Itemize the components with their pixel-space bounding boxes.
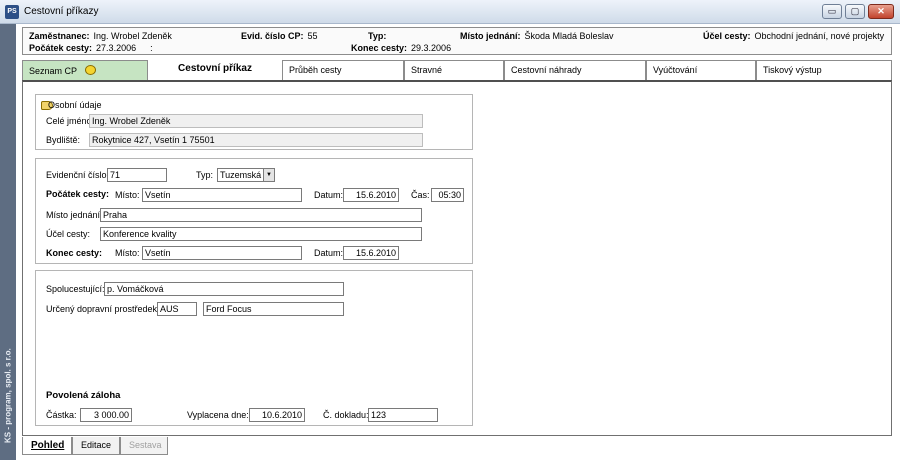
vendor-strip: KS - program, spol. s r.o.: [0, 24, 16, 460]
tab-pohled[interactable]: Pohled: [22, 437, 72, 455]
summary-type: Typ:: [368, 31, 390, 41]
maximize-button[interactable]: ▢: [845, 4, 865, 19]
summary-end: Konec cesty: 29.3.2006: [351, 43, 451, 53]
summary-employee-label: Zaměstnanec:: [29, 31, 90, 41]
tab-seznam-cp[interactable]: Seznam CP: [22, 60, 148, 80]
companion-field[interactable]: p. Vomáčková: [104, 282, 344, 296]
meeting-place-label: Místo jednání:: [46, 210, 103, 220]
start-time-label: Čas:: [411, 190, 430, 200]
summary-employee-value: Ing. Wrobel Zdeněk: [93, 31, 172, 41]
personal-group: Osobní údaje Celé jméno: Ing. Wrobel Zde…: [35, 94, 473, 150]
tab-seznam-cp-label: Seznam CP: [29, 66, 78, 76]
summary-place-label: Místo jednání:: [460, 31, 521, 41]
summary-evid: Evid. číslo CP: 55: [241, 31, 318, 41]
transport-code-field[interactable]: AUS: [157, 302, 197, 316]
summary-start-label: Počátek cesty:: [29, 43, 93, 53]
transport-field[interactable]: Ford Focus: [203, 302, 344, 316]
tab-cestovni-nahrady[interactable]: Cestovní náhrady: [504, 60, 646, 80]
vendor-text: KS - program, spol. s r.o.: [3, 348, 13, 443]
content-panel: Osobní údaje Celé jméno: Ing. Wrobel Zde…: [22, 80, 892, 436]
summary-start-value: 27.3.2006: [96, 43, 137, 53]
evid-label: Evidenční číslo:: [46, 170, 110, 180]
start-place-label: Místo:: [115, 190, 140, 200]
type-select-value: Tuzemská: [220, 170, 262, 180]
amount-field[interactable]: 3 000.00: [80, 408, 132, 422]
start-date-label: Datum:: [314, 190, 344, 200]
start-time-field[interactable]: 05:30: [431, 188, 464, 202]
purpose-field[interactable]: Konference kvality: [100, 227, 422, 241]
advance-title: Povolená záloha: [46, 390, 121, 401]
summary-end-value: 29.3.2006: [411, 43, 452, 53]
main-tabs: Seznam CP Cestovní příkaz Průběh cesty S…: [22, 58, 892, 80]
summary-evid-value: 55: [307, 31, 318, 41]
purpose-label: Účel cesty:: [46, 229, 91, 239]
end-place-field[interactable]: Vsetín: [142, 246, 302, 260]
window-title: Cestovní příkazy: [24, 6, 99, 17]
evid-field[interactable]: 71: [107, 168, 167, 182]
meeting-place-field[interactable]: Praha: [100, 208, 422, 222]
app-icon: PS: [5, 5, 19, 19]
amount-label: Částka:: [46, 410, 77, 420]
tab-sestava[interactable]: Sestava: [120, 437, 168, 455]
close-button[interactable]: ✕: [868, 4, 894, 19]
tab-vyuctovani[interactable]: Vyúčtování: [646, 60, 756, 80]
summary-place: Místo jednání: Škoda Mladá Boleslav: [460, 31, 614, 41]
paid-date-label: Vyplacena dne:: [187, 410, 249, 420]
title-bar: PS Cestovní příkazy ▭ ▢ ✕: [0, 0, 900, 24]
end-place-label: Místo:: [115, 248, 140, 258]
summary-purpose-value: Obchodní jednání, nové projekty: [754, 31, 885, 41]
tab-tiskovy-vystup[interactable]: Tiskový výstup: [756, 60, 892, 80]
personal-legend: Osobní údaje: [48, 100, 102, 110]
companion-label: Spolucestující:: [46, 284, 105, 294]
tab-cestovni-prikaz[interactable]: Cestovní příkaz: [148, 58, 282, 80]
paid-date-field[interactable]: 10.6.2010: [249, 408, 305, 422]
doc-number-field[interactable]: 123: [368, 408, 438, 422]
end-date-label: Datum:: [314, 248, 344, 258]
extra-group: Spolucestující: p. Vomáčková Určený dopr…: [35, 270, 473, 426]
summary-end-label: Konec cesty:: [351, 43, 408, 53]
full-name-label: Celé jméno:: [46, 116, 95, 126]
summary-employee: Zaměstnanec: Ing. Wrobel Zdeněk: [29, 31, 172, 41]
doc-number-label: Č. dokladu:: [323, 410, 369, 420]
smiley-icon: [85, 65, 97, 75]
address-label: Bydliště:: [46, 135, 81, 145]
summary-purpose: Účel cesty: Obchodní jednání, nové projek…: [703, 31, 884, 41]
trip-group: Evidenční číslo: 71 Typ: Tuzemská ▼ Počát…: [35, 158, 473, 264]
tab-prubeh-cesty[interactable]: Průběh cesty: [282, 60, 404, 80]
end-date-field[interactable]: 15.6.2010: [343, 246, 399, 260]
summary-start-time: :: [150, 43, 153, 53]
tab-stravne[interactable]: Stravné: [404, 60, 504, 80]
summary-evid-label: Evid. číslo CP:: [241, 31, 304, 41]
start-date-field[interactable]: 15.6.2010: [343, 188, 399, 202]
transport-label: Určený dopravní prostředek:: [46, 304, 160, 314]
summary-start: Počátek cesty: 27.3.2006:: [29, 43, 153, 53]
summary-panel: Zaměstnanec: Ing. Wrobel Zdeněk Evid. čís…: [22, 27, 892, 55]
end-label: Konec cesty:: [46, 248, 103, 258]
summary-purpose-label: Účel cesty:: [703, 31, 751, 41]
type-label: Typ:: [196, 170, 214, 180]
tab-editace[interactable]: Editace: [72, 437, 120, 455]
summary-place-value: Škoda Mladá Boleslav: [524, 31, 614, 41]
chevron-down-icon[interactable]: ▼: [263, 169, 274, 181]
full-name-field[interactable]: Ing. Wrobel Zdeněk: [89, 114, 423, 128]
summary-type-label: Typ:: [368, 31, 387, 41]
address-field[interactable]: Rokytnice 427, Vsetín 1 75501: [89, 133, 423, 147]
type-select[interactable]: Tuzemská ▼: [217, 168, 275, 182]
start-place-field[interactable]: Vsetín: [142, 188, 302, 202]
minimize-button[interactable]: ▭: [822, 4, 842, 19]
start-label: Počátek cesty:: [46, 189, 110, 199]
